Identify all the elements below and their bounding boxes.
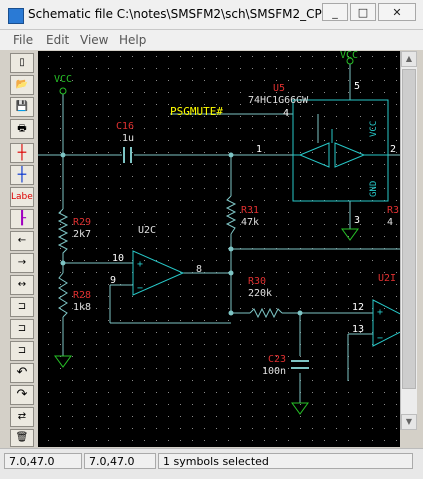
pin-12-label: 12	[352, 302, 364, 313]
menu-bar: File Edit View Help	[0, 30, 423, 50]
status-bar: 7.0,47.0 7.0,47.0 1 symbols selected	[0, 448, 423, 479]
toolbar: ▯ 📂 💾 🖶 ┼ ┼ Label ┠ ← → ↔ ⊐ ⊐ ⊐ ↶ ↷ ⇄ 🗑	[8, 51, 37, 447]
u2c-output-pin-label: 8	[196, 264, 202, 275]
status-message: 1 symbols selected	[158, 453, 413, 469]
app-icon	[8, 8, 24, 24]
u2c-plus-label: +	[137, 259, 143, 270]
minimize-button[interactable]: _	[322, 3, 348, 21]
vcc-left-label: VCC	[54, 74, 72, 85]
pin-10-label: 10	[112, 253, 124, 264]
u5-ref-label: U5	[273, 83, 285, 94]
u2c-ref-label: U2C	[138, 225, 156, 236]
gate-two-icon[interactable]: ⊐	[10, 319, 34, 339]
r28-ref-label: R28	[73, 290, 91, 301]
print-icon[interactable]: 🖶	[10, 119, 34, 139]
wire-red-icon[interactable]: ┼	[10, 143, 34, 163]
r29-ref-label: R29	[73, 217, 91, 228]
scroll-thumb[interactable]	[402, 69, 416, 389]
maximize-button[interactable]: □	[350, 3, 376, 21]
pin-9-label: 9	[110, 275, 116, 286]
port-both-icon[interactable]: ↔	[10, 275, 34, 295]
u2d-minus-label: −	[377, 333, 383, 344]
label-tool-button[interactable]: Label	[10, 187, 34, 207]
c23-value-label: 100n	[262, 366, 286, 377]
title-bar: Schematic file C:\notes\SMSFM2\sch\SMSFM…	[0, 0, 423, 30]
u5-gnd-pin-label: GND	[369, 181, 379, 197]
pin-13-label: 13	[352, 324, 364, 335]
mirror-icon[interactable]: ⇄	[10, 407, 34, 427]
pin-1-label: 1	[256, 144, 262, 155]
r-right-value-label: 4	[387, 217, 393, 228]
close-button[interactable]: ✕	[378, 3, 416, 21]
schematic-canvas[interactable]: VCC VCC U5 74HC1G66GW PSGMUTE# 4 5 1 2 3…	[38, 51, 400, 447]
u2d-plus-label: +	[377, 307, 383, 318]
schematic-drawing[interactable]: VCC VCC U5 74HC1G66GW PSGMUTE# 4 5 1 2 3…	[38, 51, 400, 447]
r31-ref-label: R31	[241, 205, 259, 216]
menu-view[interactable]: View	[80, 33, 108, 47]
window-title: Schematic file C:\notes\SMSFM2\sch\SMSFM…	[28, 7, 340, 21]
r30-value-label: 220k	[248, 288, 272, 299]
u5-part-label: 74HC1G66GW	[248, 95, 309, 106]
scroll-down-icon[interactable]: ▼	[401, 414, 417, 430]
scroll-up-icon[interactable]: ▲	[401, 51, 417, 67]
pin-5-label: 5	[354, 81, 360, 92]
u2c-minus-label: −	[137, 283, 143, 294]
c23-ref-label: C23	[268, 354, 286, 365]
new-file-icon[interactable]: ▯	[10, 53, 34, 73]
redo-icon[interactable]: ↷	[10, 385, 34, 405]
pin-2-label: 2	[390, 144, 396, 155]
bus-icon[interactable]: ┠	[10, 209, 34, 229]
pin-3-label: 3	[354, 215, 360, 226]
wire-blue-icon[interactable]: ┼	[10, 165, 34, 185]
menu-edit[interactable]: Edit	[46, 33, 69, 47]
c16-value-label: 1u	[122, 133, 134, 144]
save-icon[interactable]: 💾	[10, 97, 34, 117]
trash-icon[interactable]: 🗑	[10, 429, 34, 447]
u2d-ref-label: U2I	[378, 273, 396, 284]
gate-three-icon[interactable]: ⊐	[10, 341, 34, 361]
r-right-ref-label: R3	[387, 205, 399, 216]
c16-ref-label: C16	[116, 121, 134, 132]
port-left-icon[interactable]: ←	[10, 231, 34, 251]
r28-value-label: 1k8	[73, 302, 91, 313]
r31-value-label: 47k	[241, 217, 259, 228]
pin-4-label: 4	[283, 108, 289, 119]
status-coord-1: 7.0,47.0	[4, 453, 82, 469]
r29-value-label: 2k7	[73, 229, 91, 240]
vertical-scrollbar[interactable]: ▲ ▼	[400, 51, 417, 430]
port-right-icon[interactable]: →	[10, 253, 34, 273]
u5-vcc-pin-label: VCC	[369, 121, 379, 137]
r30-ref-label: R30	[248, 276, 266, 287]
status-coord-2: 7.0,47.0	[84, 453, 156, 469]
psgmute-net-label: PSGMUTE#	[170, 105, 223, 118]
open-folder-icon[interactable]: 📂	[10, 75, 34, 95]
menu-help[interactable]: Help	[119, 33, 146, 47]
undo-icon[interactable]: ↶	[10, 363, 34, 383]
vcc-right-label: VCC	[340, 51, 358, 61]
menu-file[interactable]: File	[13, 33, 33, 47]
gate-icon[interactable]: ⊐	[10, 297, 34, 317]
